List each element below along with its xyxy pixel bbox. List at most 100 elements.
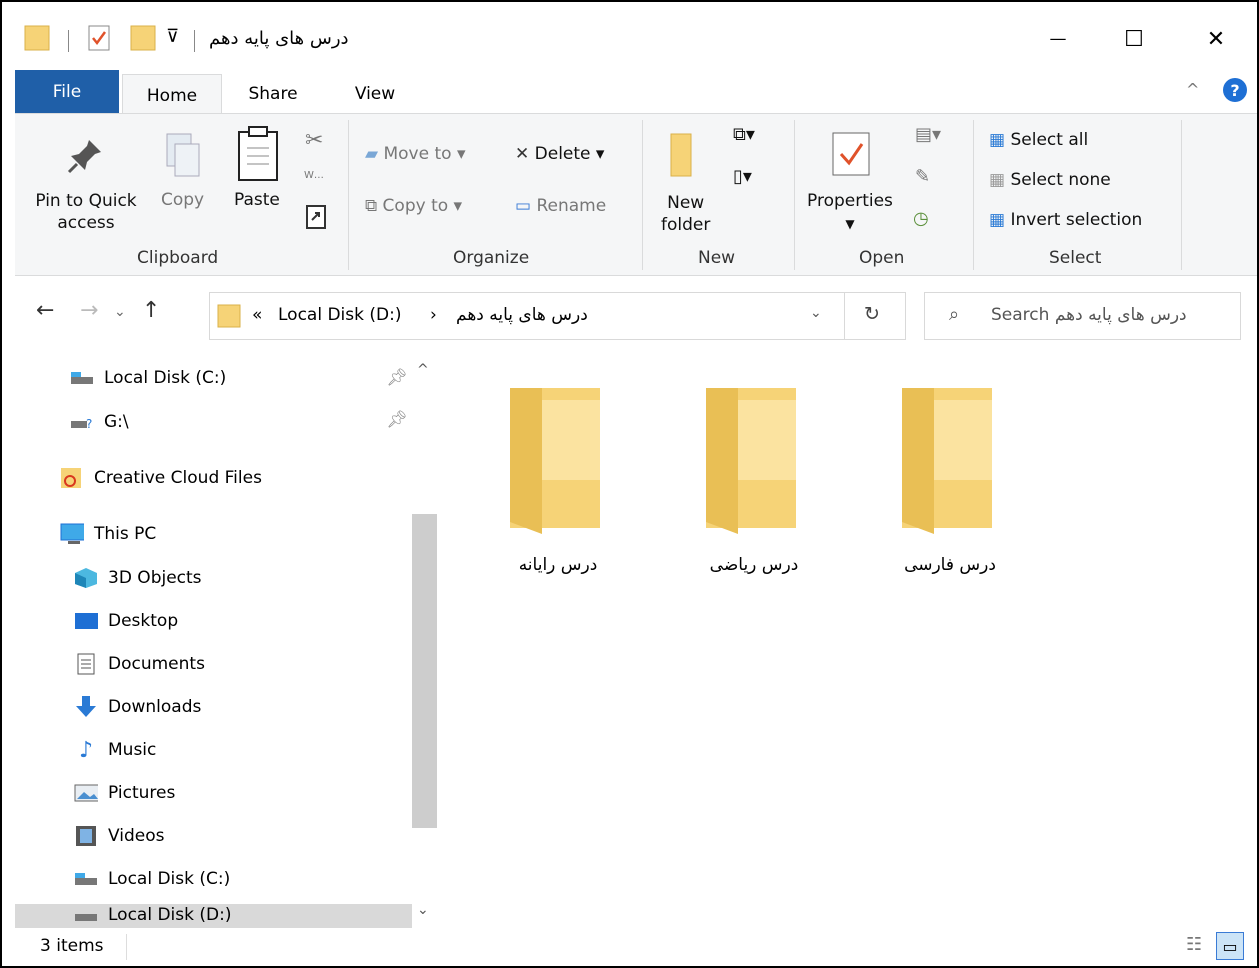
address-dropdown-icon[interactable]: ⌄	[810, 305, 822, 321]
desktop-icon	[74, 611, 98, 631]
search-input[interactable]: Search درس های پایه دهم	[991, 305, 1187, 325]
folder-item[interactable]: درس ریاضی	[694, 384, 814, 575]
breadcrumb-separator[interactable]: ›	[430, 305, 437, 325]
copy-icon	[166, 133, 200, 177]
details-view-icon[interactable]: ☷	[1186, 934, 1202, 955]
pin-to-quick-access-button[interactable]: Pin to Quick access	[29, 190, 143, 234]
nav-item-3d-objects[interactable]: 3D Objects	[74, 558, 202, 598]
move-to-button[interactable]: ▰ Move to ▾	[365, 144, 465, 164]
nav-scrollbar-thumb[interactable]	[412, 514, 437, 828]
nav-item-g-drive[interactable]: ? G:\	[70, 402, 129, 442]
paste-button[interactable]: Paste	[234, 190, 280, 210]
nav-item-local-disk-d[interactable]: Local Disk (D:)	[74, 902, 231, 928]
edit-icon: ✎	[915, 166, 931, 187]
maximize-icon: ☐	[1124, 26, 1144, 52]
tab-view[interactable]: View	[342, 74, 408, 114]
address-bar[interactable]: « Local Disk (D:) › درس های پایه دهم ⌄ ↻	[209, 292, 906, 340]
nav-item-downloads[interactable]: Downloads	[74, 687, 201, 727]
forward-button[interactable]: →	[80, 298, 98, 323]
drive-icon	[74, 905, 98, 925]
paste-icon	[238, 126, 278, 181]
chevron-down-icon: ⌄	[114, 304, 126, 320]
maximize-button[interactable]: ☐	[1104, 16, 1164, 62]
search-icon: ⌕	[949, 304, 960, 325]
close-icon: ✕	[1206, 26, 1226, 52]
select-none-label: Select none	[1010, 170, 1111, 190]
nav-item-desktop[interactable]: Desktop	[74, 601, 178, 641]
unknown-drive-icon: ?	[70, 412, 94, 432]
history-button[interactable]: ◷	[913, 208, 929, 229]
pin-icon[interactable]: 📌︎	[386, 368, 408, 388]
easy-access-icon: ▯▾	[733, 166, 752, 187]
back-button[interactable]: ←	[36, 298, 54, 323]
breadcrumb-current-folder[interactable]: درس های پایه دهم	[456, 305, 588, 325]
pc-icon	[60, 523, 84, 544]
copy-path-icon[interactable]: W…	[304, 170, 324, 181]
minimize-button[interactable]: —	[1028, 16, 1088, 62]
properties-icon[interactable]	[86, 24, 112, 52]
tab-file[interactable]: File	[15, 70, 119, 114]
folder-icon	[706, 388, 796, 534]
breadcrumb-overflow[interactable]: «	[252, 305, 262, 325]
nav-item-label: Pictures	[108, 783, 176, 803]
3d-objects-icon	[74, 568, 98, 588]
new-item-icon: ⧉▾	[733, 124, 755, 145]
refresh-icon[interactable]: ↻	[864, 303, 880, 325]
new-folder-label-2: folder	[661, 215, 711, 235]
copy-to-button[interactable]: ⧉ Copy to ▾	[365, 196, 462, 216]
new-folder-icon[interactable]	[128, 24, 158, 52]
separator	[68, 30, 69, 52]
folder-item[interactable]: درس رایانه	[498, 384, 618, 575]
nav-item-label: Local Disk (C:)	[104, 368, 227, 388]
collapse-ribbon-icon[interactable]: ^	[1186, 80, 1199, 99]
item-count: 3 items	[40, 936, 104, 956]
paste-shortcut-icon[interactable]	[305, 204, 327, 230]
new-item-button[interactable]: ⧉▾	[733, 124, 755, 145]
back-arrow-icon: ←	[36, 298, 55, 323]
properties-button[interactable]: Properties ▼	[807, 190, 893, 235]
pin-label-1: Pin to Quick	[35, 191, 137, 211]
window-title: درس های پایه دهم	[209, 28, 349, 49]
nav-item-creative-cloud[interactable]: Creative Cloud Files	[60, 458, 262, 498]
nav-item-documents[interactable]: Documents	[74, 644, 205, 684]
large-icons-view-icon[interactable]: ▭	[1216, 932, 1244, 960]
scroll-down-icon[interactable]: ⌄	[417, 902, 429, 918]
scroll-up-icon[interactable]: ^	[417, 362, 429, 378]
select-none-button[interactable]: ▦ Select none	[989, 170, 1111, 190]
ribbon-tabs: File Home Share View	[2, 68, 1257, 116]
customize-qa-icon[interactable]: ⊽	[166, 26, 179, 47]
edit-button[interactable]: ✎	[915, 166, 930, 187]
up-button[interactable]: ↑	[142, 298, 160, 323]
new-folder-button[interactable]: New folder	[661, 192, 710, 236]
recent-locations-button[interactable]: ⌄	[114, 304, 126, 320]
svg-text:?: ?	[86, 417, 92, 429]
nav-item-videos[interactable]: Videos	[74, 816, 165, 856]
close-button[interactable]: ✕	[1186, 16, 1246, 62]
invert-selection-button[interactable]: ▦ Invert selection	[989, 210, 1142, 230]
delete-button[interactable]: ✕ Delete ▾	[515, 144, 604, 164]
properties-dropdown-icon: ▼	[845, 217, 855, 231]
tab-home[interactable]: Home	[122, 74, 222, 116]
select-all-button[interactable]: ▦ Select all	[989, 130, 1088, 150]
help-icon[interactable]: ?	[1223, 78, 1247, 102]
nav-item-label: Local Disk (D:)	[108, 905, 232, 925]
folder-item[interactable]: درس فارسی	[890, 384, 1010, 575]
nav-item-music[interactable]: ♪ Music	[74, 730, 156, 770]
cut-icon[interactable]: ✂	[305, 128, 323, 153]
nav-item-this-pc[interactable]: This PC	[60, 514, 156, 554]
copy-button[interactable]: Copy	[161, 190, 204, 210]
nav-item-label: Downloads	[108, 697, 202, 717]
music-icon: ♪	[78, 737, 94, 763]
tab-share[interactable]: Share	[234, 74, 312, 114]
nav-item-label: Music	[108, 740, 157, 760]
pin-icon[interactable]: 📌︎	[386, 410, 408, 430]
easy-access-button[interactable]: ▯▾	[733, 166, 752, 187]
rename-button[interactable]: ▭ Rename	[515, 196, 606, 216]
nav-item-local-disk-c[interactable]: Local Disk (C:)	[70, 358, 226, 398]
search-box[interactable]: ⌕ Search درس های پایه دهم	[924, 292, 1241, 340]
breadcrumb-local-disk-d[interactable]: Local Disk (D:)	[278, 305, 401, 325]
open-button[interactable]: ▤▾	[915, 124, 941, 145]
folder-label: درس رایانه	[518, 555, 598, 575]
nav-item-local-disk-c-2[interactable]: Local Disk (C:)	[74, 859, 230, 899]
nav-item-pictures[interactable]: Pictures	[74, 773, 175, 813]
